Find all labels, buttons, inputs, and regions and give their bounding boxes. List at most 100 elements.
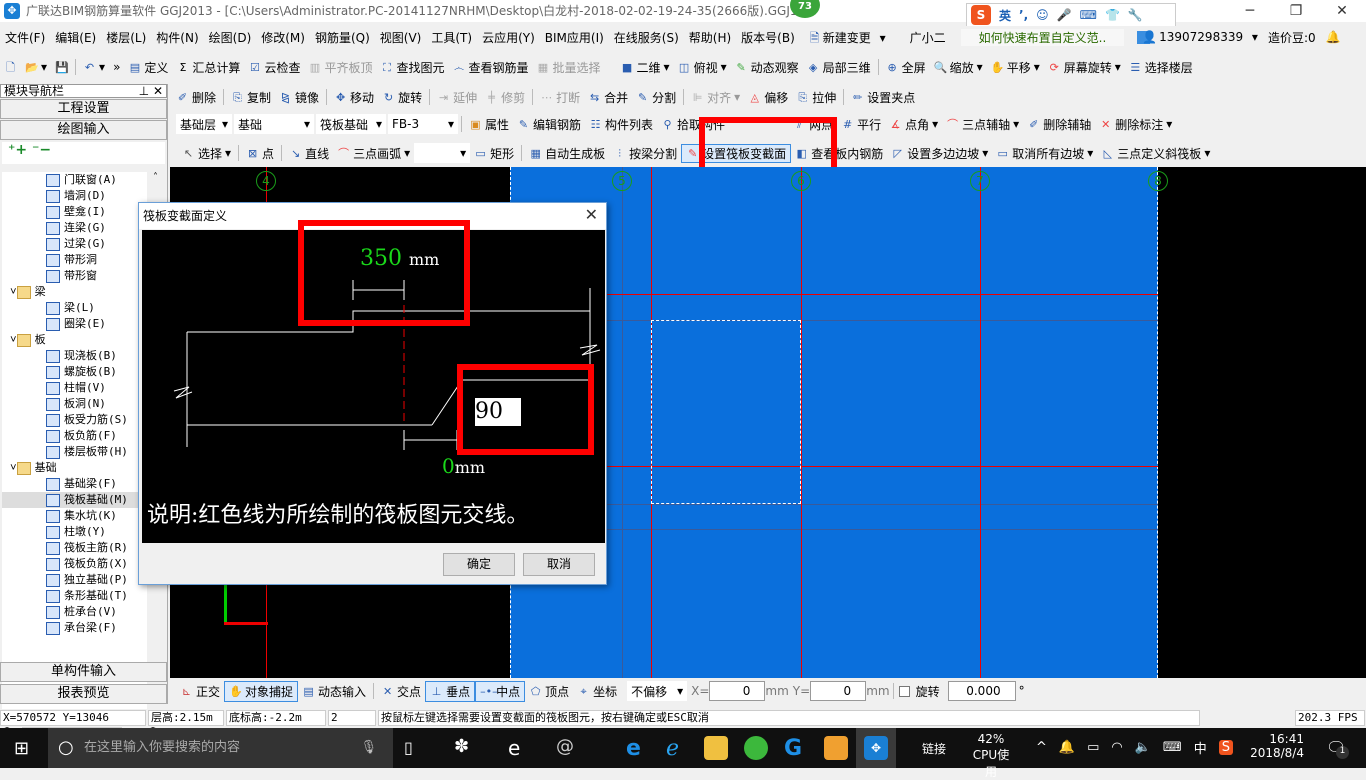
- cancel-slopes-button[interactable]: ▭ 取消所有边坡 ▾: [992, 145, 1097, 162]
- select-floor-button[interactable]: ☰ 选择楼层: [1125, 59, 1197, 76]
- component-list-button[interactable]: ☷ 构件列表: [585, 116, 657, 133]
- tree-item[interactable]: 现浇板(B): [2, 348, 147, 364]
- menu-version[interactable]: 版本号(B): [736, 29, 800, 46]
- tree-item[interactable]: 集水坑(K): [2, 508, 147, 524]
- collapse-all-icon[interactable]: ⁻−: [32, 142, 51, 158]
- tree-item[interactable]: 承台梁(F): [2, 620, 147, 636]
- arc-button[interactable]: ⌒ 三点画弧 ▾: [333, 145, 414, 162]
- minimize-button[interactable]: ─: [1227, 0, 1273, 22]
- set-slope-button[interactable]: ◸ 设置多边边坡 ▾: [887, 145, 992, 162]
- tree-item[interactable]: 螺旋板(B): [2, 364, 147, 380]
- merge-button[interactable]: ⇆ 合并: [584, 89, 632, 106]
- delete-button[interactable]: ✐ 删除: [172, 89, 220, 106]
- three-point-axis-button[interactable]: ⌒ 三点辅轴 ▾: [942, 116, 1023, 133]
- mirror-button[interactable]: ⧎ 镜像: [275, 89, 323, 106]
- wrench-icon[interactable]: 🔧: [1128, 8, 1143, 22]
- wifi-icon[interactable]: ◠: [1111, 740, 1122, 755]
- open-file-button[interactable]: 📂 ▾: [21, 60, 51, 74]
- perpendicular-snap-button[interactable]: ⊥ 垂点: [425, 680, 476, 702]
- input-lang[interactable]: 中: [1194, 738, 1207, 757]
- report-preview-button[interactable]: 报表预览: [0, 684, 167, 704]
- stretch-button[interactable]: ⎘ 拉伸: [792, 89, 840, 106]
- tree-folder[interactable]: ˅ 基础: [2, 460, 147, 476]
- 2d-view-button[interactable]: ■ 二维 ▾: [617, 59, 674, 76]
- tree-item[interactable]: 门联窗(A): [2, 172, 147, 188]
- intersection-snap-button[interactable]: ✕ 交点: [377, 682, 425, 701]
- point-button[interactable]: ⊠ 点: [242, 145, 278, 162]
- ok-button[interactable]: 确定: [443, 553, 515, 576]
- menu-draw[interactable]: 绘图(D): [204, 29, 257, 46]
- menu-new-change[interactable]: 🗎 新建变更 ▾: [800, 29, 891, 46]
- tree-item[interactable]: 带形洞: [2, 252, 147, 268]
- x-input[interactable]: 0: [709, 681, 766, 701]
- edge-icon[interactable]: e: [626, 736, 650, 761]
- dialog-close-button[interactable]: ✕: [585, 205, 598, 224]
- tree-item[interactable]: 墙洞(D): [2, 188, 147, 204]
- expand-all-icon[interactable]: ⁺+: [8, 142, 27, 158]
- menu-online[interactable]: 在线服务(S): [609, 29, 684, 46]
- tree-item[interactable]: 柱帽(V): [2, 380, 147, 396]
- element-select[interactable]: FB-3 ▾: [388, 114, 458, 134]
- menu-assistant[interactable]: 广小二: [905, 29, 951, 46]
- selected-region[interactable]: [651, 320, 801, 504]
- bell-icon[interactable]: 🔔: [1059, 740, 1075, 755]
- view-rebar-button[interactable]: ෴ 查看钢筋量: [448, 59, 532, 76]
- edit-rebar-button[interactable]: ✎ 编辑钢筋: [513, 116, 585, 133]
- offset-value[interactable]: 0: [442, 454, 455, 478]
- local-3d-button[interactable]: ◈ 局部三维: [803, 59, 875, 76]
- tree-item[interactable]: 桩承台(V): [2, 604, 147, 620]
- ortho-button[interactable]: ⊾ 正交: [176, 682, 224, 701]
- offset-mode-select[interactable]: 不偏移 ▾: [627, 681, 688, 701]
- task-view-icon[interactable]: ▯: [404, 738, 413, 757]
- select-button[interactable]: ↖ 选择 ▾: [178, 145, 235, 162]
- split-by-beam-button[interactable]: ⫶ 按梁分割: [609, 145, 681, 162]
- properties-button[interactable]: ▣ 属性: [465, 116, 513, 133]
- battery-icon[interactable]: ▭: [1087, 740, 1099, 755]
- tree-item[interactable]: 筏板基础(M): [2, 492, 147, 508]
- swirl-app-icon[interactable]: @: [556, 736, 580, 760]
- undo-button[interactable]: ↶ ▾: [79, 60, 109, 74]
- menu-view[interactable]: 视图(V): [375, 29, 427, 46]
- sloped-slab-button[interactable]: ◺ 三点定义斜筏板 ▾: [1097, 145, 1214, 162]
- tree-item[interactable]: 板洞(N): [2, 396, 147, 412]
- project-settings-button[interactable]: 工程设置: [0, 99, 167, 119]
- tree-item[interactable]: 过梁(G): [2, 236, 147, 252]
- maximize-button[interactable]: ❐: [1273, 0, 1319, 22]
- mic-icon[interactable]: 🎤: [1057, 8, 1072, 22]
- notepad-app-icon[interactable]: [824, 736, 848, 760]
- menu-bim[interactable]: BIM应用(I): [540, 29, 609, 46]
- file-explorer-icon[interactable]: [704, 736, 728, 760]
- keyboard-icon[interactable]: ⌨: [1080, 8, 1097, 22]
- menu-floor[interactable]: 楼层(L): [101, 29, 151, 46]
- sogou-tray-icon[interactable]: S: [1218, 740, 1233, 755]
- screen-rotate-button[interactable]: ⟳ 屏幕旋转 ▾: [1044, 59, 1125, 76]
- rotate-input[interactable]: 0.000: [947, 681, 1016, 701]
- menu-tools[interactable]: 工具(T): [426, 29, 477, 46]
- ime-toolbar[interactable]: S 英 ’, ☺ 🎤 ⌨ 👕 🔧: [966, 3, 1176, 27]
- trim-button[interactable]: ╪ 修剪: [481, 89, 529, 106]
- ime-lang[interactable]: 英: [999, 7, 1011, 24]
- pan-button[interactable]: ✋ 平移 ▾: [987, 59, 1044, 76]
- cancel-button[interactable]: 取消: [523, 553, 595, 576]
- tree-item[interactable]: 筏板负筋(X): [2, 556, 147, 572]
- tree-item[interactable]: 圈梁(E): [2, 316, 147, 332]
- tree-item[interactable]: 筏板主筋(R): [2, 540, 147, 556]
- menu-rebar[interactable]: 钢筋量(Q): [310, 29, 375, 46]
- parallel-axis-button[interactable]: # 平行: [837, 116, 885, 133]
- menu-component[interactable]: 构件(N): [151, 29, 203, 46]
- top-view-button[interactable]: ◫ 俯视 ▾: [674, 59, 731, 76]
- tree-item[interactable]: 连梁(G): [2, 220, 147, 236]
- ie-icon[interactable]: e: [508, 736, 532, 760]
- action-center-icon[interactable]: 🗨 1: [1326, 738, 1349, 759]
- cloud-check-button[interactable]: ☑ 云检查: [244, 59, 304, 76]
- fan-app-icon[interactable]: ✽: [454, 736, 478, 760]
- menu-modify[interactable]: 修改(M): [256, 29, 310, 46]
- link-toolbar[interactable]: 链接: [922, 740, 946, 757]
- clock[interactable]: 16:41 2018/8/4: [1246, 732, 1304, 760]
- y-input[interactable]: 0: [810, 681, 867, 701]
- midpoint-snap-button[interactable]: –•– 中点: [475, 680, 526, 702]
- menu-file[interactable]: 文件(F): [0, 29, 50, 46]
- tree-item[interactable]: 板受力筋(S): [2, 412, 147, 428]
- zoom-button[interactable]: 🔍 缩放 ▾: [930, 59, 987, 76]
- fullscreen-button[interactable]: ⊕ 全屏: [882, 59, 930, 76]
